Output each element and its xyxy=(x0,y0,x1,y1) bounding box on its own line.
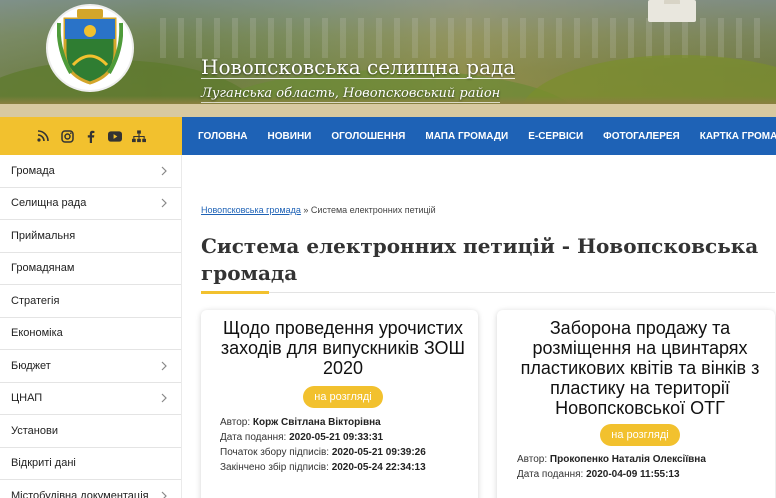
author-label: Автор: xyxy=(517,454,548,465)
status-badge: на розгляді xyxy=(303,386,383,408)
coat-of-arms-logo[interactable] xyxy=(46,4,134,92)
nav-item-news[interactable]: НОВИНИ xyxy=(268,131,312,142)
sidebar-item-label: ЦНАП xyxy=(11,392,43,405)
chevron-right-icon xyxy=(159,393,169,403)
petition-author-row: Автор: Корж Світлана Вікторівна xyxy=(220,415,466,430)
petition-title[interactable]: Щодо проведення урочистих заходів для ви… xyxy=(220,318,466,378)
petition-submitted-date: 2020-05-21 09:33:31 xyxy=(289,432,384,443)
site-title[interactable]: Новопсковська селищна рада xyxy=(201,56,516,79)
sidebar-item-label: Установи xyxy=(11,424,58,437)
chevron-right-icon xyxy=(159,491,169,498)
petition-submitted-date: 2020-04-09 11:55:13 xyxy=(586,469,680,480)
sidebar-item-label: Відкриті дані xyxy=(11,457,76,470)
sidebar-item-label: Приймальня xyxy=(11,229,76,242)
petition-end-row: Закінчено збір підписів: 2020-05-24 22:3… xyxy=(220,460,466,475)
petition-author: Прокопенко Наталія Олексіївна xyxy=(549,454,706,465)
chevron-right-icon xyxy=(159,198,169,208)
facebook-icon[interactable] xyxy=(84,129,98,143)
petition-meta: Автор: Прокопенко Наталія Олексіївна Дат… xyxy=(517,452,763,482)
instagram-icon[interactable] xyxy=(60,129,74,143)
sidebar-item-urban-planning[interactable]: Містобудівна документація xyxy=(0,480,181,498)
petition-card[interactable]: Щодо проведення урочистих заходів для ви… xyxy=(201,310,478,498)
petition-start-row: Початок збору підписів: 2020-05-21 09:39… xyxy=(220,445,466,460)
petition-start-date: 2020-05-21 09:39:26 xyxy=(331,447,426,458)
sidebar-item-label: Економіка xyxy=(11,327,63,340)
submitted-label: Дата подання: xyxy=(517,469,584,480)
site-subtitle: Луганська область, Новопсковський район xyxy=(201,86,501,103)
youtube-icon[interactable] xyxy=(108,129,122,143)
petition-end-date: 2020-05-24 22:34:13 xyxy=(331,462,426,473)
sidebar-item-village-council[interactable]: Селищна рада xyxy=(0,188,181,220)
sidebar-item-citizens[interactable]: Громадянам xyxy=(0,253,181,285)
breadcrumb-current: Система електронних петицій xyxy=(310,205,436,215)
main-navigation: ГОЛОВНА НОВИНИ ОГОЛОШЕННЯ МАПА ГРОМАДИ Е… xyxy=(182,117,776,155)
nav-item-home[interactable]: ГОЛОВНА xyxy=(198,131,248,142)
start-label: Початок збору підписів: xyxy=(220,447,330,458)
chevron-right-icon xyxy=(159,166,169,176)
author-label: Автор: xyxy=(220,417,251,428)
petition-submitted-row: Дата подання: 2020-05-21 09:33:31 xyxy=(220,430,466,445)
sidebar-item-economy[interactable]: Економіка xyxy=(0,318,181,350)
header-ground xyxy=(0,96,776,117)
social-links xyxy=(0,117,182,155)
sidebar-item-cnap[interactable]: ЦНАП xyxy=(0,383,181,415)
status-badge: на розгляді xyxy=(600,424,680,446)
rss-icon[interactable] xyxy=(36,129,50,143)
title-divider xyxy=(201,292,775,293)
page-title: Система електронних петицій - Новопсковс… xyxy=(201,234,759,285)
sidebar-item-label: Громада xyxy=(11,164,55,177)
sidebar-item-reception[interactable]: Приймальня xyxy=(0,220,181,253)
site-header: Новопсковська селищна рада Луганська обл… xyxy=(0,0,776,117)
chevron-right-icon xyxy=(159,361,169,371)
nav-item-announcements[interactable]: ОГОЛОШЕННЯ xyxy=(331,131,405,142)
title-accent-bar xyxy=(201,291,269,294)
nav-item-community-map[interactable]: МАПА ГРОМАДИ xyxy=(425,131,508,142)
nav-item-photo-gallery[interactable]: ФОТОГАЛЕРЕЯ xyxy=(603,131,680,142)
sitemap-icon[interactable] xyxy=(132,129,146,143)
submitted-label: Дата подання: xyxy=(220,432,287,443)
petition-author-row: Автор: Прокопенко Наталія Олексіївна xyxy=(517,452,763,467)
sidebar-item-community[interactable]: Громада xyxy=(0,155,181,188)
header-church xyxy=(648,0,696,22)
petition-meta: Автор: Корж Світлана Вікторівна Дата под… xyxy=(220,415,466,475)
petition-card[interactable]: Заборона продажу та розміщення на цвинта… xyxy=(497,310,775,498)
sidebar-menu: Громада Селищна рада Приймальня Громадян… xyxy=(0,155,182,498)
sidebar-item-label: Громадянам xyxy=(11,262,75,275)
petition-submitted-row: Дата подання: 2020-04-09 11:55:13 xyxy=(517,467,763,482)
sidebar-item-open-data[interactable]: Відкриті дані xyxy=(0,448,181,480)
breadcrumb-home-link[interactable]: Новопсковська громада xyxy=(201,205,301,215)
petition-author: Корж Світлана Вікторівна xyxy=(252,417,381,428)
sidebar-item-label: Містобудівна документація xyxy=(11,489,149,498)
coat-of-arms-icon xyxy=(57,9,123,85)
sidebar-item-label: Селищна рада xyxy=(11,197,87,210)
sidebar-item-budget[interactable]: Бюджет xyxy=(0,350,181,383)
nav-item-e-services[interactable]: Е-СЕРВІСИ xyxy=(528,131,583,142)
header-village-roofs xyxy=(160,18,760,58)
end-label: Закінчено збір підписів: xyxy=(220,462,329,473)
sidebar-item-label: Бюджет xyxy=(11,359,51,372)
petition-title[interactable]: Заборона продажу та розміщення на цвинта… xyxy=(517,318,763,418)
sidebar-item-strategy[interactable]: Стратегія xyxy=(0,285,181,318)
breadcrumb: Новопсковська громада » Система електрон… xyxy=(201,205,436,215)
nav-item-community-card[interactable]: КАРТКА ГРОМАДИ xyxy=(700,131,776,142)
sidebar-item-institutions[interactable]: Установи xyxy=(0,415,181,448)
breadcrumb-separator: » xyxy=(303,205,309,215)
sidebar-item-label: Стратегія xyxy=(11,294,60,307)
